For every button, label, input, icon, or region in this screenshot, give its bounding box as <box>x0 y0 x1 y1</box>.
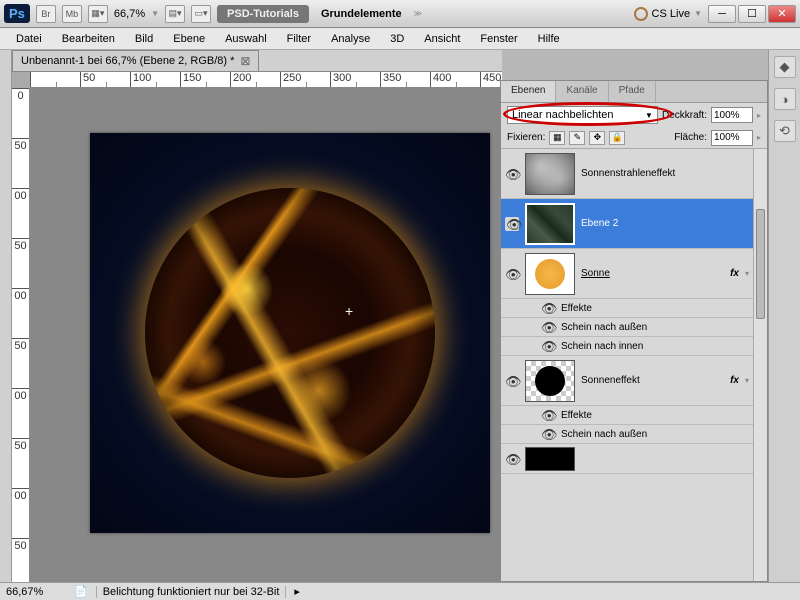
maximize-button[interactable]: ☐ <box>738 5 766 23</box>
fill-flyout-icon[interactable]: ▸ <box>757 133 761 142</box>
visibility-icon[interactable]: 👁 <box>541 339 555 353</box>
menu-ansicht[interactable]: Ansicht <box>414 30 470 48</box>
tab-ebenen[interactable]: Ebenen <box>501 81 556 102</box>
layer-thumbnail[interactable] <box>525 447 575 471</box>
menu-analyse[interactable]: Analyse <box>321 30 380 48</box>
bridge-icon[interactable]: Br <box>36 5 56 23</box>
double-chevron-icon[interactable]: ≫ <box>414 9 422 18</box>
doc-info-icon[interactable]: 📄 <box>74 585 88 598</box>
menu-hilfe[interactable]: Hilfe <box>528 30 570 48</box>
canvas-viewport[interactable]: + <box>30 88 502 582</box>
lock-position-icon[interactable]: ✥ <box>589 131 605 145</box>
visibility-icon[interactable]: 👁 <box>505 374 519 388</box>
view-extras-icon[interactable]: ▦▾ <box>88 5 108 23</box>
crosshair-cursor: + <box>345 303 353 319</box>
fx-expand-icon[interactable]: ▾ <box>745 376 749 385</box>
app-logo: Ps <box>4 4 30 23</box>
fill-input[interactable]: 100% <box>711 130 753 146</box>
lock-transparency-icon[interactable]: ▦ <box>549 131 565 145</box>
blend-mode-select[interactable]: Linear nachbelichten ▼ <box>507 106 658 124</box>
tab-pfade[interactable]: Pfade <box>609 81 656 102</box>
minibridge-icon[interactable]: Mb <box>62 5 82 23</box>
menu-filter[interactable]: Filter <box>277 30 321 48</box>
close-tab-icon[interactable]: ⊠ <box>240 54 250 68</box>
status-flyout-icon[interactable]: ▸ <box>294 585 300 598</box>
layer-row[interactable]: 👁 Sonne fx ▾ <box>501 249 753 299</box>
left-toolbar-collapsed[interactable] <box>0 50 12 582</box>
vertical-ruler: 0500050005000500050 <box>12 88 30 582</box>
visibility-icon[interactable]: 👁 <box>505 167 519 181</box>
fill-label: Fläche: <box>674 132 707 143</box>
layer-thumbnail[interactable] <box>525 153 575 195</box>
screen-mode-icon[interactable]: ▭▾ <box>191 5 211 23</box>
layers-panel: Ebenen Kanäle Pfade Linear nachbelichten… <box>500 80 768 582</box>
effect-row[interactable]: 👁 Effekte <box>501 406 753 425</box>
layer-row[interactable]: 👁 Sonnenstrahleneffekt <box>501 149 753 199</box>
canvas-image <box>90 133 490 533</box>
lock-all-icon[interactable]: 🔒 <box>609 131 625 145</box>
layer-name[interactable]: Ebene 2 <box>581 218 749 229</box>
chevron-down-icon[interactable]: ▼ <box>151 9 159 18</box>
menu-bearbeiten[interactable]: Bearbeiten <box>52 30 125 48</box>
history-icon[interactable]: ◑ <box>774 88 796 110</box>
layer-row[interactable]: 👁 Sonneneffekt fx ▾ <box>501 356 753 406</box>
minimize-button[interactable]: ─ <box>708 5 736 23</box>
visibility-icon[interactable]: 👁 <box>541 301 555 315</box>
document-tab-bar: Unbenannt-1 bei 66,7% (Ebene 2, RGB/8) *… <box>12 50 502 72</box>
layer-thumbnail[interactable] <box>525 360 575 402</box>
swatches-icon[interactable]: ◆ <box>774 56 796 78</box>
visibility-icon[interactable]: 👁 <box>541 320 555 334</box>
document-tab[interactable]: Unbenannt-1 bei 66,7% (Ebene 2, RGB/8) *… <box>12 50 259 71</box>
opacity-label: Deckkraft: <box>662 110 707 121</box>
visibility-icon[interactable]: 👁 <box>541 408 555 422</box>
visibility-icon[interactable]: 👁 <box>541 427 555 441</box>
effect-row[interactable]: 👁 Effekte <box>501 299 753 318</box>
layer-name[interactable]: Sonne <box>581 268 724 279</box>
fx-badge[interactable]: fx <box>730 375 739 386</box>
status-info: Belichtung funktioniert nur bei 32-Bit <box>96 586 287 598</box>
layer-name[interactable]: Sonnenstrahleneffekt <box>581 168 749 179</box>
layer-name[interactable]: Sonneneffekt <box>581 375 724 386</box>
workspace-button-1[interactable]: PSD-Tutorials <box>217 5 309 23</box>
status-zoom[interactable]: 66,67% <box>6 586 66 598</box>
menu-ebene[interactable]: Ebene <box>163 30 215 48</box>
lock-label: Fixieren: <box>507 132 545 143</box>
layer-row[interactable]: 👁 <box>501 444 753 474</box>
layers-scrollbar[interactable] <box>753 149 767 581</box>
fx-badge[interactable]: fx <box>730 268 739 279</box>
horizontal-ruler: 50100150200250300350400450500 <box>30 72 502 88</box>
fx-expand-icon[interactable]: ▾ <box>745 269 749 278</box>
cs-live-button[interactable]: CS Live ▼ <box>634 7 702 21</box>
effect-row[interactable]: 👁 Schein nach außen <box>501 318 753 337</box>
workspace-button-2[interactable]: Grundelemente <box>315 5 408 23</box>
title-bar: Ps Br Mb ▦▾ 66,7% ▼ ▤▾ ▭▾ PSD-Tutorials … <box>0 0 800 28</box>
opacity-flyout-icon[interactable]: ▸ <box>757 111 761 120</box>
tab-kanale[interactable]: Kanäle <box>556 81 608 102</box>
crop-icon[interactable]: ⟲ <box>774 120 796 142</box>
zoom-value[interactable]: 66,7% <box>114 8 145 20</box>
menu-datei[interactable]: Datei <box>6 30 52 48</box>
layer-thumbnail[interactable] <box>525 253 575 295</box>
chevron-down-icon: ▼ <box>645 111 653 120</box>
effect-row[interactable]: 👁 Schein nach innen <box>501 337 753 356</box>
menu-bar: Datei Bearbeiten Bild Ebene Auswahl Filt… <box>0 28 800 50</box>
status-bar: 66,67% 📄 Belichtung funktioniert nur bei… <box>0 582 800 600</box>
right-panel-dock: ◆ ◑ ⟲ <box>768 50 800 582</box>
menu-fenster[interactable]: Fenster <box>470 30 527 48</box>
visibility-icon[interactable]: 👁 <box>505 452 519 466</box>
close-button[interactable]: ✕ <box>768 5 796 23</box>
menu-bild[interactable]: Bild <box>125 30 163 48</box>
layer-row[interactable]: 👁 Ebene 2 <box>501 199 753 249</box>
opacity-input[interactable]: 100% <box>711 107 753 123</box>
layer-thumbnail[interactable] <box>525 203 575 245</box>
panel-tabs: Ebenen Kanäle Pfade <box>501 81 767 103</box>
visibility-icon[interactable]: 👁 <box>505 217 519 231</box>
visibility-icon[interactable]: 👁 <box>505 267 519 281</box>
menu-3d[interactable]: 3D <box>380 30 414 48</box>
cs-live-icon <box>634 7 648 21</box>
effect-row[interactable]: 👁 Schein nach außen <box>501 425 753 444</box>
menu-auswahl[interactable]: Auswahl <box>215 30 277 48</box>
view-mode-icon[interactable]: ▤▾ <box>165 5 185 23</box>
lock-pixels-icon[interactable]: ✎ <box>569 131 585 145</box>
